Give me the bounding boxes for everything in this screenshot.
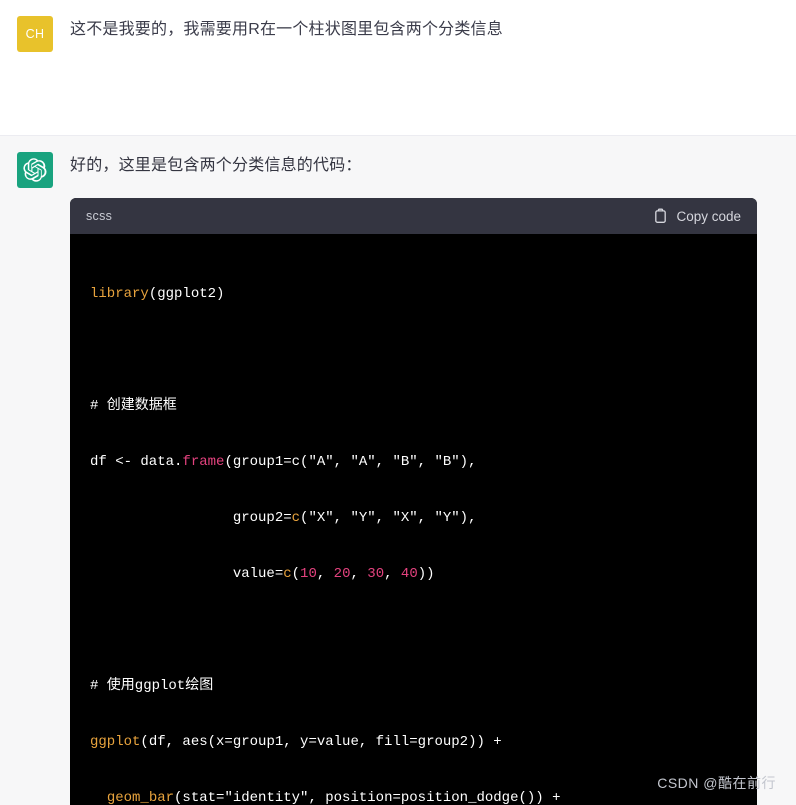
user-message-row: CH 这不是我要的，我需要用R在一个柱状图里包含两个分类信息 xyxy=(0,0,796,136)
code-content[interactable]: library(ggplot2) # 创建数据框 df <- data.fram… xyxy=(70,234,757,805)
openai-logo-icon xyxy=(23,158,47,182)
code-block: scss Copy code library(ggplot2) # 创建数据框 … xyxy=(70,198,757,805)
chat-conversation: CH 这不是我要的，我需要用R在一个柱状图里包含两个分类信息 好的，这里是包含两… xyxy=(0,0,796,805)
avatar xyxy=(17,152,53,188)
code-line: group2=c("X", "Y", "X", "Y"), xyxy=(90,510,477,526)
copy-code-button[interactable]: Copy code xyxy=(653,208,741,224)
code-line: library(ggplot2) xyxy=(90,286,225,302)
code-line: value=c(10, 20, 30, 40)) xyxy=(90,566,435,582)
user-message-body: 这不是我要的，我需要用R在一个柱状图里包含两个分类信息 xyxy=(70,16,796,44)
code-line: df <- data.frame(group1=c("A", "A", "B",… xyxy=(90,454,477,470)
user-avatar-column: CH xyxy=(0,16,70,52)
code-block-header: scss Copy code xyxy=(70,198,757,234)
clipboard-icon xyxy=(653,208,668,224)
csdn-watermark: CSDN @酷在前行 xyxy=(657,775,776,791)
assistant-avatar-column xyxy=(0,152,70,188)
code-line: geom_bar(stat="identity", position=posit… xyxy=(106,790,561,805)
code-line: # 创建数据框 xyxy=(90,398,177,414)
assistant-intro-text: 好的，这里是包含两个分类信息的代码： xyxy=(70,157,362,174)
code-line: # 使用ggplot绘图 xyxy=(90,678,214,694)
code-language-label: scss xyxy=(86,209,113,223)
user-message-text: 这不是我要的，我需要用R在一个柱状图里包含两个分类信息 xyxy=(70,21,503,38)
code-line: ggplot(df, aes(x=group1, y=value, fill=g… xyxy=(90,734,502,750)
copy-code-label: Copy code xyxy=(676,208,741,224)
assistant-message-body: 好的，这里是包含两个分类信息的代码： scss Copy code librar… xyxy=(70,152,796,805)
assistant-message-row: 好的，这里是包含两个分类信息的代码： scss Copy code librar… xyxy=(0,136,796,805)
avatar: CH xyxy=(17,16,53,52)
